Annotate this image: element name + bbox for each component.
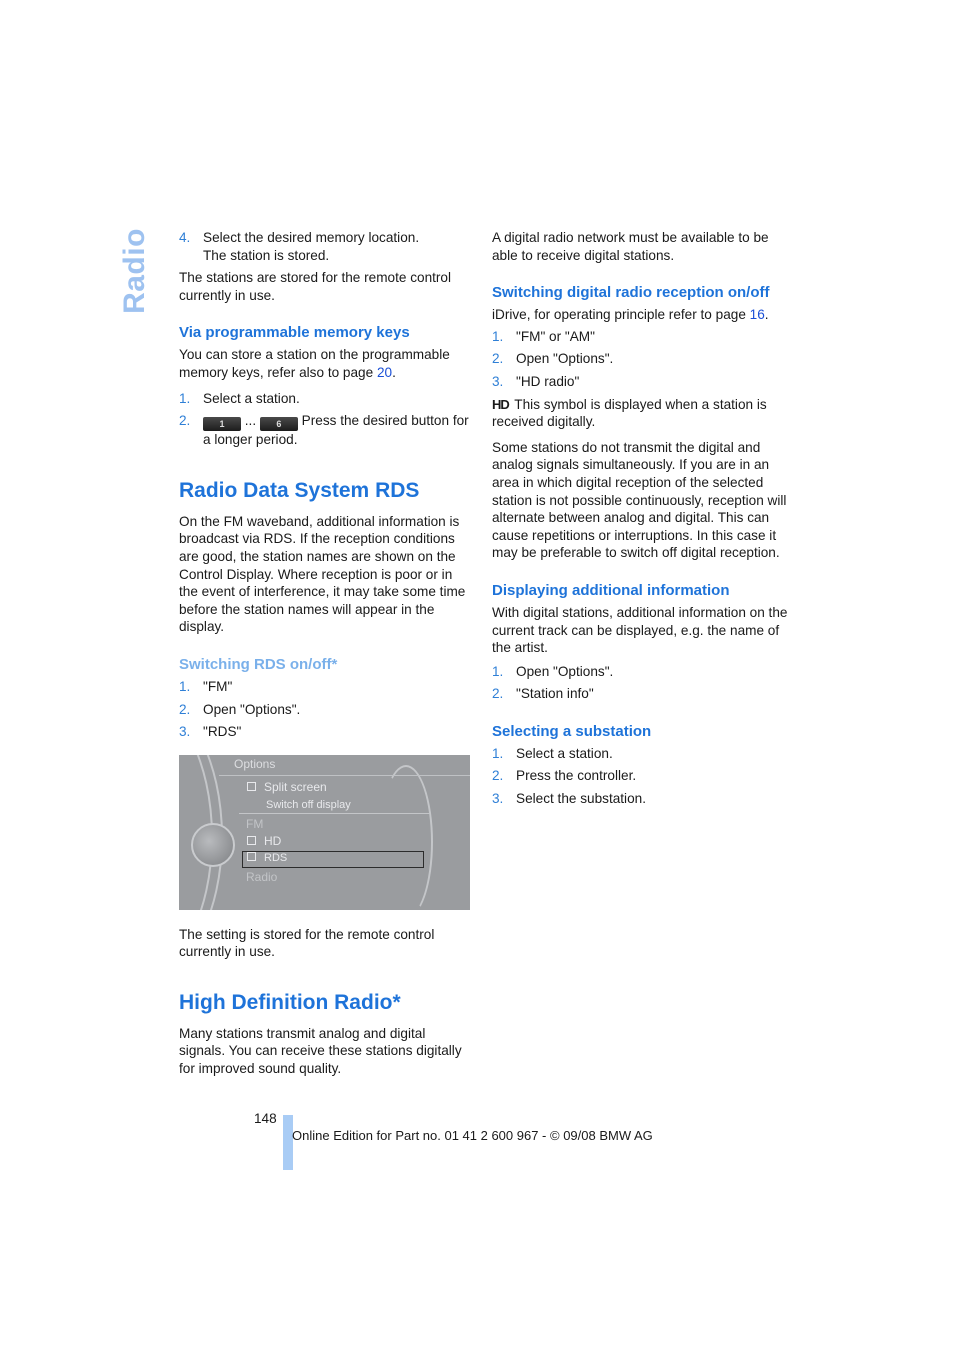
- memory-key-1-icon: 1: [203, 417, 241, 432]
- list-item: 2. 1 ... 6 Press the desired button for …: [179, 413, 469, 448]
- heading-substation: Selecting a substation: [492, 722, 652, 740]
- list-item: 3. "RDS": [179, 724, 242, 740]
- idrive-text: iDrive, for operating principle refer to…: [492, 307, 769, 323]
- menu-label-fm: FM: [246, 816, 264, 831]
- list-item: 1. "FM": [179, 678, 233, 694]
- list-item: 4. Select the desired memory location. Th…: [179, 230, 420, 263]
- options-screen-image: Options Split screen Switch off display …: [179, 754, 470, 910]
- menu-item-rds: RDS: [247, 851, 287, 864]
- list-item: 2. Open "Options".: [179, 701, 301, 717]
- right-column: A digital radio network must be availabl…: [492, 229, 792, 813]
- heading-additional-info: Displaying additional information: [492, 581, 730, 599]
- hd-symbol-note: HD This symbol is displayed when a stati…: [492, 396, 767, 430]
- list-item: 1. Select a station.: [492, 745, 613, 761]
- rds-text: On the FM waveband, additional informati…: [179, 513, 466, 635]
- memory-keys-text: You can store a station on the programma…: [179, 347, 450, 380]
- stored-note: The stations are stored for the remote c…: [179, 270, 452, 303]
- simulcast-text: Some stations do not transmit the digita…: [492, 439, 787, 561]
- list-item: 1. Select a station.: [179, 390, 300, 406]
- options-title: Options: [234, 756, 276, 771]
- menu-item-hd: HD: [247, 834, 281, 848]
- hd-radio-icon: HD: [492, 396, 510, 412]
- page-link-20[interactable]: 20: [377, 365, 392, 380]
- menu-label-radio: Radio: [246, 869, 278, 884]
- list-item: 2. Open "Options".: [492, 351, 614, 367]
- memory-key-6-icon: 6: [259, 417, 298, 432]
- list-item: 3. "HD radio": [492, 373, 580, 389]
- scroll-arc: [379, 764, 433, 910]
- hd-text: Many stations transmit analog and digita…: [179, 1025, 462, 1077]
- heading-switch-digital: Switching digital radio reception on/off: [492, 284, 770, 302]
- heading-memory-keys: Via programmable memory keys: [179, 324, 410, 342]
- page-number: 148: [254, 1111, 277, 1126]
- list-item: 1. "FM" or "AM": [492, 328, 595, 344]
- network-note: A digital radio network must be availabl…: [492, 230, 769, 263]
- heading-switch-rds: Switching RDS on/off*: [179, 655, 338, 673]
- list-item: 3. Select the substation.: [492, 791, 646, 807]
- chapter-tab-label: Radio: [118, 228, 151, 314]
- left-column: 4. Select the desired memory location. Th…: [179, 229, 474, 1086]
- list-item: 1. Open "Options".: [492, 663, 614, 679]
- menu-item-split-screen: Split screen: [247, 780, 327, 794]
- heading-hd-radio: High Definition Radio*: [179, 990, 401, 1014]
- checkbox-icon: [247, 851, 256, 861]
- list-item: 2. Press the controller.: [492, 768, 637, 784]
- footer-text: Online Edition for Part no. 01 41 2 600 …: [292, 1128, 653, 1143]
- heading-rds: Radio Data System RDS: [179, 478, 420, 502]
- checkbox-checked-icon: [247, 781, 256, 791]
- list-item: 2. "Station info": [492, 686, 594, 702]
- chapter-tab: Radio: [117, 226, 153, 316]
- checkbox-icon: [247, 835, 256, 845]
- controller-knob-icon: [191, 822, 235, 867]
- additional-text: With digital stations, additional inform…: [492, 604, 788, 656]
- menu-item-switch-off-display: Switch off display: [266, 798, 351, 811]
- setting-note: The setting is stored for the remote con…: [179, 926, 435, 960]
- page-link-16[interactable]: 16: [750, 307, 765, 322]
